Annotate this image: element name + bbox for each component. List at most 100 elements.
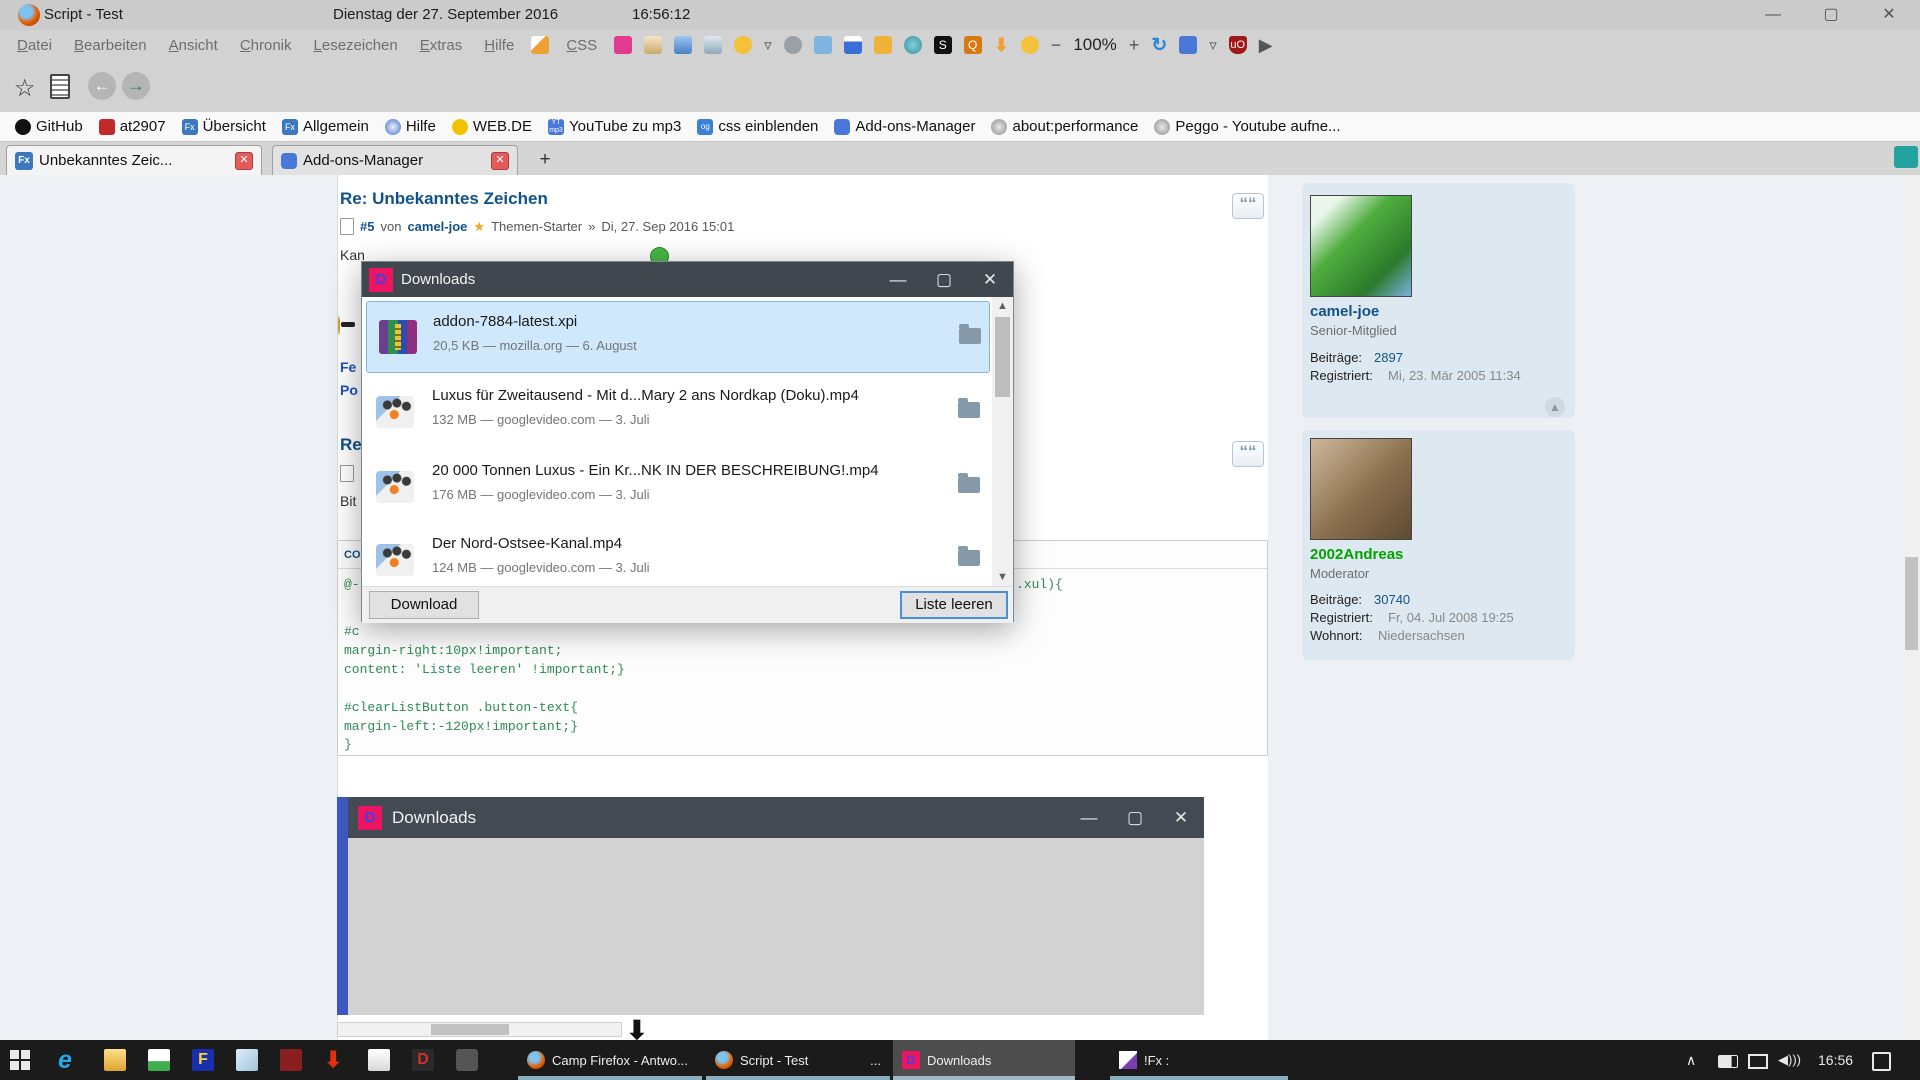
bookmark-github[interactable]: GitHub — [8, 116, 90, 137]
window-close-icon[interactable]: ✕ — [1874, 4, 1904, 26]
sync-icon[interactable]: ↻ — [1151, 34, 1167, 57]
document-icon[interactable] — [368, 1049, 390, 1071]
play-button-icon[interactable]: ▶ — [1259, 35, 1273, 56]
menu-ansicht[interactable]: Ansicht — [160, 34, 227, 57]
dialog-scrollbar[interactable]: ▲ ▼ — [992, 297, 1013, 586]
zoom-out-button[interactable]: − — [1051, 35, 1062, 56]
bookmark-star-icon[interactable]: ☆ — [14, 74, 36, 103]
post2-title-fragment[interactable]: Re — [340, 435, 362, 455]
scrollbar-thumb[interactable] — [1905, 557, 1918, 650]
smiley2-icon[interactable] — [1021, 36, 1039, 54]
bookmark-youtube-mp3[interactable]: YTmp3YouTube zu mp3 — [541, 116, 688, 137]
quill-icon[interactable] — [531, 36, 549, 54]
folder-icon[interactable] — [814, 36, 832, 54]
scrollbar-thumb[interactable] — [431, 1024, 509, 1035]
bookmark-uebersicht[interactable]: FxÜbersicht — [175, 116, 273, 137]
menu-datei[interactable]: Datei — [8, 34, 61, 57]
tab-close-icon[interactable]: ✕ — [491, 152, 509, 170]
addons-puzzle-icon[interactable] — [1179, 36, 1197, 54]
downloadhelper-arrow-icon[interactable]: ⬇ — [994, 35, 1009, 56]
battery-icon[interactable] — [1718, 1055, 1738, 1068]
clipboard-icon[interactable] — [50, 74, 70, 99]
download-item[interactable]: 20 000 Tonnen Luxus - Ein Kr...NK IN DER… — [366, 451, 990, 523]
open-folder-icon[interactable] — [958, 550, 980, 566]
scroll-up-icon[interactable]: ▲ — [992, 297, 1013, 315]
dialog-titlebar[interactable]: D Downloads — ▢ ✕ — [362, 262, 1013, 297]
menu-chronik[interactable]: Chronik — [231, 34, 301, 57]
network-display-icon[interactable] — [1748, 1054, 1768, 1069]
tray-chevron-icon[interactable]: ∧ — [1686, 1052, 1696, 1069]
d-app-icon[interactable]: D — [412, 1049, 434, 1071]
broom-icon[interactable] — [644, 36, 662, 54]
window-maximize-icon[interactable]: ▢ — [1816, 4, 1846, 26]
vertical-scrollbar[interactable] — [1903, 175, 1920, 1040]
liste-leeren-button[interactable]: Liste leeren — [900, 591, 1008, 619]
author-link[interactable]: camel-joe — [407, 219, 467, 234]
notepad-icon[interactable] — [236, 1049, 258, 1071]
taskbar-button-downloads[interactable]: D Downloads — [893, 1040, 1075, 1080]
forward-button[interactable]: → — [122, 72, 150, 100]
bookmark-webde[interactable]: WEB.DE — [445, 116, 539, 137]
file-explorer-icon[interactable] — [104, 1049, 126, 1071]
camera-icon[interactable] — [456, 1049, 478, 1071]
scrollbar-thumb[interactable] — [995, 317, 1010, 397]
speaker-icon[interactable]: ◀))) — [1778, 1052, 1801, 1068]
download-item[interactable]: Luxus für Zweitausend - Mit d...Mary 2 a… — [366, 376, 990, 448]
gear-icon[interactable] — [784, 36, 802, 54]
profile-name[interactable]: 2002Andreas — [1310, 546, 1403, 563]
bookmark-about-performance[interactable]: about:performance — [984, 116, 1145, 137]
back-button[interactable]: ← — [88, 72, 116, 100]
ublock-icon[interactable]: uO — [1229, 36, 1247, 54]
red-arrow-icon[interactable]: ⬇ — [324, 1047, 342, 1073]
tab-unbekanntes-zeichen[interactable]: Fx Unbekanntes Zeic... ✕ — [6, 145, 262, 175]
f-app-icon[interactable]: F — [192, 1049, 214, 1071]
menu-css[interactable]: CSS — [557, 34, 606, 57]
red-device-icon[interactable] — [280, 1049, 302, 1071]
bookmark-peggo[interactable]: Peggo - Youtube aufne... — [1147, 116, 1347, 137]
back-to-top-button[interactable]: ▲ — [1545, 397, 1565, 417]
start-button[interactable] — [10, 1050, 31, 1071]
open-folder-icon[interactable] — [958, 477, 980, 493]
dialog-minimize-icon[interactable]: — — [875, 270, 921, 290]
bookmark-at2907[interactable]: at2907 — [92, 116, 173, 137]
dialog-maximize-icon[interactable]: ▢ — [921, 270, 967, 290]
avatar[interactable] — [1310, 438, 1412, 540]
teal-corner-button[interactable] — [1894, 146, 1918, 168]
tab-close-icon[interactable]: ✕ — [235, 152, 253, 170]
dds-globe-icon[interactable] — [904, 36, 922, 54]
window-minimize-icon[interactable]: — — [1758, 4, 1788, 26]
post1-link1-fragment[interactable]: Fe — [340, 359, 356, 375]
taskbar-button-camp-firefox[interactable]: Camp Firefox - Antwo... — [518, 1040, 702, 1080]
pink-app-icon[interactable] — [614, 36, 632, 54]
edge-icon[interactable]: e — [58, 1046, 72, 1075]
posts-count[interactable]: 2897 — [1374, 350, 1403, 365]
fireshot-q-icon[interactable]: Q — [964, 36, 982, 54]
folder-open-icon[interactable] — [874, 36, 892, 54]
smiley-icon[interactable] — [734, 36, 752, 54]
new-tab-button[interactable]: + — [530, 147, 560, 173]
tray-clock[interactable]: 16:56 — [1818, 1052, 1853, 1068]
menu-hilfe[interactable]: Hilfe — [475, 34, 523, 57]
post-number-link[interactable]: #5 — [360, 219, 374, 234]
notification-center-icon[interactable] — [1872, 1052, 1891, 1071]
bookmark-hilfe[interactable]: Hilfe — [378, 116, 443, 137]
tab-addons-manager[interactable]: Add-ons-Manager ✕ — [272, 145, 518, 175]
chevron-down-icon[interactable]: ▿ — [764, 36, 772, 54]
window-star-icon[interactable] — [674, 36, 692, 54]
addons-chevron-icon[interactable]: ▿ — [1209, 36, 1217, 54]
posts-count[interactable]: 30740 — [1374, 592, 1410, 607]
bookmark-addons-manager[interactable]: Add-ons-Manager — [827, 116, 982, 137]
zoom-in-button[interactable]: + — [1129, 35, 1140, 56]
dialog-close-icon[interactable]: ✕ — [967, 270, 1013, 290]
menu-bearbeiten[interactable]: Bearbeiten — [65, 34, 156, 57]
post1-link2-fragment[interactable]: Po — [340, 382, 358, 398]
profile-name[interactable]: camel-joe — [1310, 303, 1379, 320]
download-item[interactable]: addon-7884-latest.xpi 20,5 KB — mozilla.… — [366, 301, 990, 373]
bookmark-allgemein[interactable]: FxAllgemein — [275, 116, 376, 137]
horizontal-scrollbar[interactable] — [337, 1022, 622, 1037]
open-folder-icon[interactable] — [959, 328, 981, 344]
scroll-down-icon[interactable]: ▼ — [992, 568, 1013, 586]
spray-bottle-icon[interactable] — [704, 36, 722, 54]
menu-lesezeichen[interactable]: Lesezeichen — [305, 34, 407, 57]
stylish-s-icon[interactable]: S — [934, 36, 952, 54]
